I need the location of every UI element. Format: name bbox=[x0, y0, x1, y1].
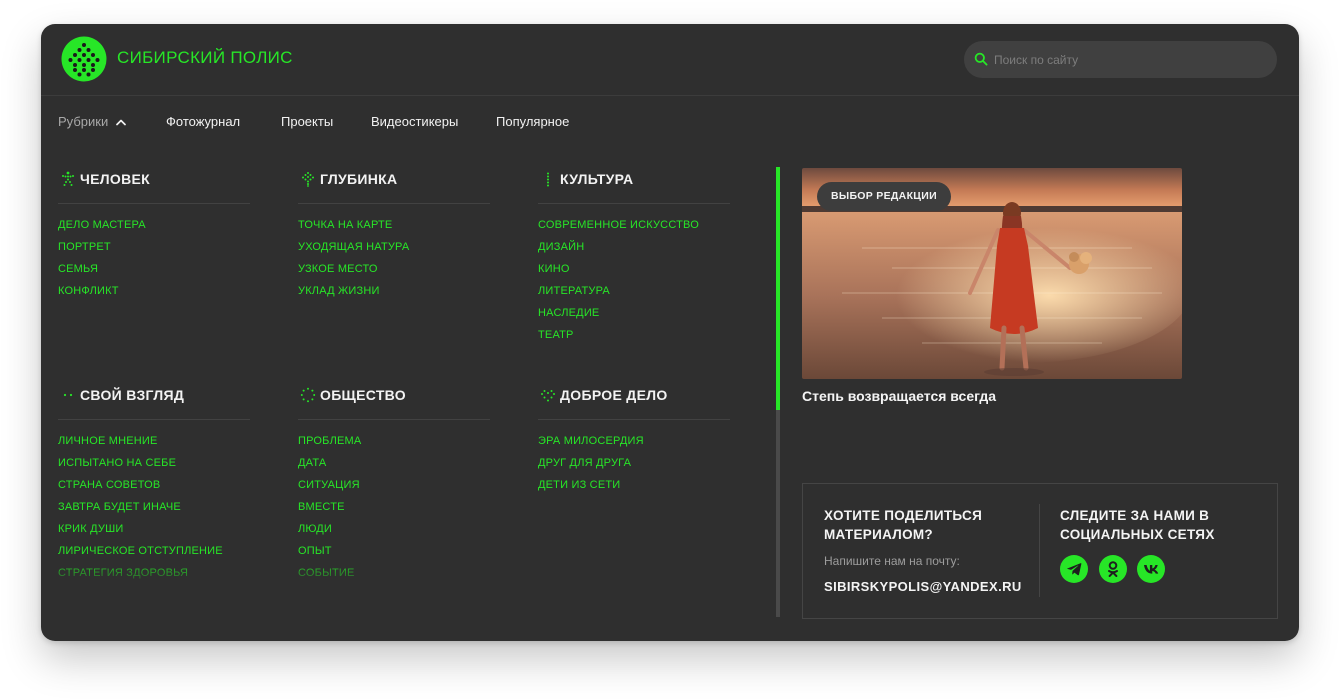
app-window: СИБИРСКИЙ ПОЛИС Рубрики Фотожурнал Проек… bbox=[41, 24, 1299, 641]
section-title[interactable]: СВОЙ ВЗГЛЯД bbox=[80, 387, 184, 403]
section-title[interactable]: ГЛУБИНКА bbox=[320, 171, 397, 187]
nav-videostickers[interactable]: Видеостикеры bbox=[371, 114, 458, 129]
rubric-link[interactable]: СТРАТЕГИЯ ЗДОРОВЬЯ bbox=[58, 566, 250, 588]
logo-icon[interactable] bbox=[61, 36, 107, 82]
rubric-link[interactable]: ТОЧКА НА КАРТЕ bbox=[298, 218, 490, 240]
section-title[interactable]: ДОБРОЕ ДЕЛО bbox=[560, 387, 668, 403]
site-header: СИБИРСКИЙ ПОЛИС bbox=[41, 24, 1299, 96]
search-input[interactable] bbox=[994, 41, 1264, 78]
vk-icon bbox=[1144, 565, 1159, 574]
section-links: СОВРЕМЕННОЕ ИСКУССТВО ДИЗАЙН КИНО ЛИТЕРА… bbox=[538, 218, 730, 350]
chevron-up-icon bbox=[115, 119, 126, 126]
follow-title-line: СЛЕДИТЕ ЗА НАМИ В bbox=[1060, 508, 1210, 523]
odnoklassniki-button[interactable] bbox=[1099, 555, 1127, 583]
divider bbox=[1039, 504, 1040, 597]
section-title[interactable]: ЧЕЛОВЕК bbox=[80, 171, 150, 187]
nav-rubriki[interactable]: Рубрики bbox=[58, 114, 126, 129]
section-title[interactable]: КУЛЬТУРА bbox=[560, 171, 633, 187]
share-title: ХОТИТЕ ПОДЕЛИТЬСЯ МАТЕРИАЛОМ? bbox=[824, 506, 982, 544]
eyes-dots-icon bbox=[63, 393, 73, 397]
rubric-link[interactable]: ЛИЧНОЕ МНЕНИЕ bbox=[58, 434, 250, 456]
section-header: КУЛЬТУРА bbox=[538, 168, 730, 204]
share-title-line: ХОТИТЕ ПОДЕЛИТЬСЯ bbox=[824, 508, 983, 523]
rubric-link[interactable]: СИТУАЦИЯ bbox=[298, 478, 490, 500]
nav-photojournal[interactable]: Фотожурнал bbox=[166, 114, 240, 129]
dots-vertical-icon bbox=[547, 172, 549, 187]
follow-title: СЛЕДИТЕ ЗА НАМИ В СОЦИАЛЬНЫХ СЕТЯХ bbox=[1060, 506, 1215, 544]
rubric-link[interactable]: УКЛАД ЖИЗНИ bbox=[298, 284, 490, 306]
nav-popular[interactable]: Популярное bbox=[496, 114, 569, 129]
rubric-link[interactable]: ОПЫТ bbox=[298, 544, 490, 566]
section-dobroe-delo: ДОБРОЕ ДЕЛО ЭРА МИЛОСЕРДИЯ ДРУГ ДЛЯ ДРУГ… bbox=[538, 384, 730, 500]
rubric-link[interactable]: ЛИТЕРАТУРА bbox=[538, 284, 730, 306]
rubric-link[interactable]: ВМЕСТЕ bbox=[298, 500, 490, 522]
rubric-link[interactable]: СЕМЬЯ bbox=[58, 262, 250, 284]
section-links: ПРОБЛЕМА ДАТА СИТУАЦИЯ ВМЕСТЕ ЛЮДИ ОПЫТ … bbox=[298, 434, 490, 588]
human-figure-icon bbox=[62, 171, 74, 186]
rubric-link[interactable]: УХОДЯЩАЯ НАТУРА bbox=[298, 240, 490, 262]
telegram-icon bbox=[1066, 563, 1082, 576]
nav-rubriki-label: Рубрики bbox=[58, 114, 109, 129]
share-subtitle: Напишите нам на почту: bbox=[824, 554, 960, 568]
rubric-link[interactable]: ДАТА bbox=[298, 456, 490, 478]
rubric-link[interactable]: ПРОБЛЕМА bbox=[298, 434, 490, 456]
section-kultura: КУЛЬТУРА СОВРЕМЕННОЕ ИСКУССТВО ДИЗАЙН КИ… bbox=[538, 168, 730, 350]
editors-choice-badge: ВЫБОР РЕДАКЦИИ bbox=[817, 182, 951, 211]
odnoklassniki-icon bbox=[1108, 561, 1118, 577]
heart-dots-icon bbox=[541, 390, 555, 402]
rubric-link[interactable]: ДЕТИ ИЗ СЕТИ bbox=[538, 478, 730, 500]
section-glubinka: ГЛУБИНКА ТОЧКА НА КАРТЕ УХОДЯЩАЯ НАТУРА … bbox=[298, 168, 490, 306]
circle-dots-icon bbox=[300, 387, 316, 403]
nav-projects[interactable]: Проекты bbox=[281, 114, 333, 129]
follow-title-line: СОЦИАЛЬНЫХ СЕТЯХ bbox=[1060, 527, 1215, 542]
rubric-link[interactable]: НАСЛЕДИЕ bbox=[538, 306, 730, 328]
rubric-link[interactable]: ДРУГ ДЛЯ ДРУГА bbox=[538, 456, 730, 478]
section-svoy-vzglyad: СВОЙ ВЗГЛЯД ЛИЧНОЕ МНЕНИЕ ИСПЫТАНО НА СЕ… bbox=[58, 384, 250, 588]
rubric-link[interactable]: ЗАВТРА БУДЕТ ИНАЧЕ bbox=[58, 500, 250, 522]
telegram-button[interactable] bbox=[1060, 555, 1088, 583]
tree-icon bbox=[302, 172, 314, 187]
rubric-link[interactable]: ДИЗАЙН bbox=[538, 240, 730, 262]
email-link[interactable]: SIBIRSKYPOLIS@YANDEX.RU bbox=[824, 579, 1022, 594]
featured-title[interactable]: Степь возвращается всегда bbox=[802, 388, 996, 404]
rubric-link[interactable]: ЭРА МИЛОСЕРДИЯ bbox=[538, 434, 730, 456]
rubric-link[interactable]: ДЕЛО МАСТЕРА bbox=[58, 218, 250, 240]
section-title[interactable]: ОБЩЕСТВО bbox=[320, 387, 406, 403]
section-links: ТОЧКА НА КАРТЕ УХОДЯЩАЯ НАТУРА УЗКОЕ МЕС… bbox=[298, 218, 490, 306]
featured-image[interactable]: ВЫБОР РЕДАКЦИИ bbox=[802, 168, 1182, 379]
section-links: ДЕЛО МАСТЕРА ПОРТРЕТ СЕМЬЯ КОНФЛИКТ bbox=[58, 218, 250, 306]
rubric-link[interactable]: ПОРТРЕТ bbox=[58, 240, 250, 262]
rubric-link[interactable]: СОВРЕМЕННОЕ ИСКУССТВО bbox=[538, 218, 730, 240]
section-links: ЭРА МИЛОСЕРДИЯ ДРУГ ДЛЯ ДРУГА ДЕТИ ИЗ СЕ… bbox=[538, 434, 730, 500]
rubric-link[interactable]: КРИК ДУШИ bbox=[58, 522, 250, 544]
links-fade-container: ПРОБЛЕМА ДАТА СИТУАЦИЯ ВМЕСТЕ ЛЮДИ ОПЫТ … bbox=[298, 434, 490, 588]
scroll-thumb[interactable] bbox=[776, 167, 780, 410]
section-header: ГЛУБИНКА bbox=[298, 168, 490, 204]
rubric-link[interactable]: ЛИРИЧЕСКОЕ ОТСТУПЛЕНИЕ bbox=[58, 544, 250, 566]
rubric-link[interactable]: ЛЮДИ bbox=[298, 522, 490, 544]
rubric-link[interactable]: УЗКОЕ МЕСТО bbox=[298, 262, 490, 284]
rubric-link[interactable]: ИСПЫТАНО НА СЕБЕ bbox=[58, 456, 250, 478]
search-bar[interactable] bbox=[964, 41, 1277, 78]
site-title[interactable]: СИБИРСКИЙ ПОЛИС bbox=[117, 48, 293, 68]
rubric-link[interactable]: СТРАНА СОВЕТОВ bbox=[58, 478, 250, 500]
links-fade-container: ЛИЧНОЕ МНЕНИЕ ИСПЫТАНО НА СЕБЕ СТРАНА СО… bbox=[58, 434, 250, 588]
rubric-link[interactable]: ТЕАТР bbox=[538, 328, 730, 350]
contact-box: ХОТИТЕ ПОДЕЛИТЬСЯ МАТЕРИАЛОМ? Напишите н… bbox=[802, 483, 1278, 619]
rubric-link[interactable]: СОБЫТИЕ bbox=[298, 566, 490, 588]
section-header: СВОЙ ВЗГЛЯД bbox=[58, 384, 250, 420]
vk-button[interactable] bbox=[1137, 555, 1165, 583]
section-header: ОБЩЕСТВО bbox=[298, 384, 490, 420]
share-title-line: МАТЕРИАЛОМ? bbox=[824, 527, 933, 542]
section-chelovek: ЧЕЛОВЕК ДЕЛО МАСТЕРА ПОРТРЕТ СЕМЬЯ КОНФЛ… bbox=[58, 168, 250, 306]
section-header: ЧЕЛОВЕК bbox=[58, 168, 250, 204]
search-icon bbox=[974, 52, 988, 66]
rubric-link[interactable]: КИНО bbox=[538, 262, 730, 284]
rubric-link[interactable]: КОНФЛИКТ bbox=[58, 284, 250, 306]
section-links: ЛИЧНОЕ МНЕНИЕ ИСПЫТАНО НА СЕБЕ СТРАНА СО… bbox=[58, 434, 250, 588]
section-header: ДОБРОЕ ДЕЛО bbox=[538, 384, 730, 420]
section-obshchestvo: ОБЩЕСТВО ПРОБЛЕМА ДАТА СИТУАЦИЯ ВМЕСТЕ Л… bbox=[298, 384, 490, 588]
